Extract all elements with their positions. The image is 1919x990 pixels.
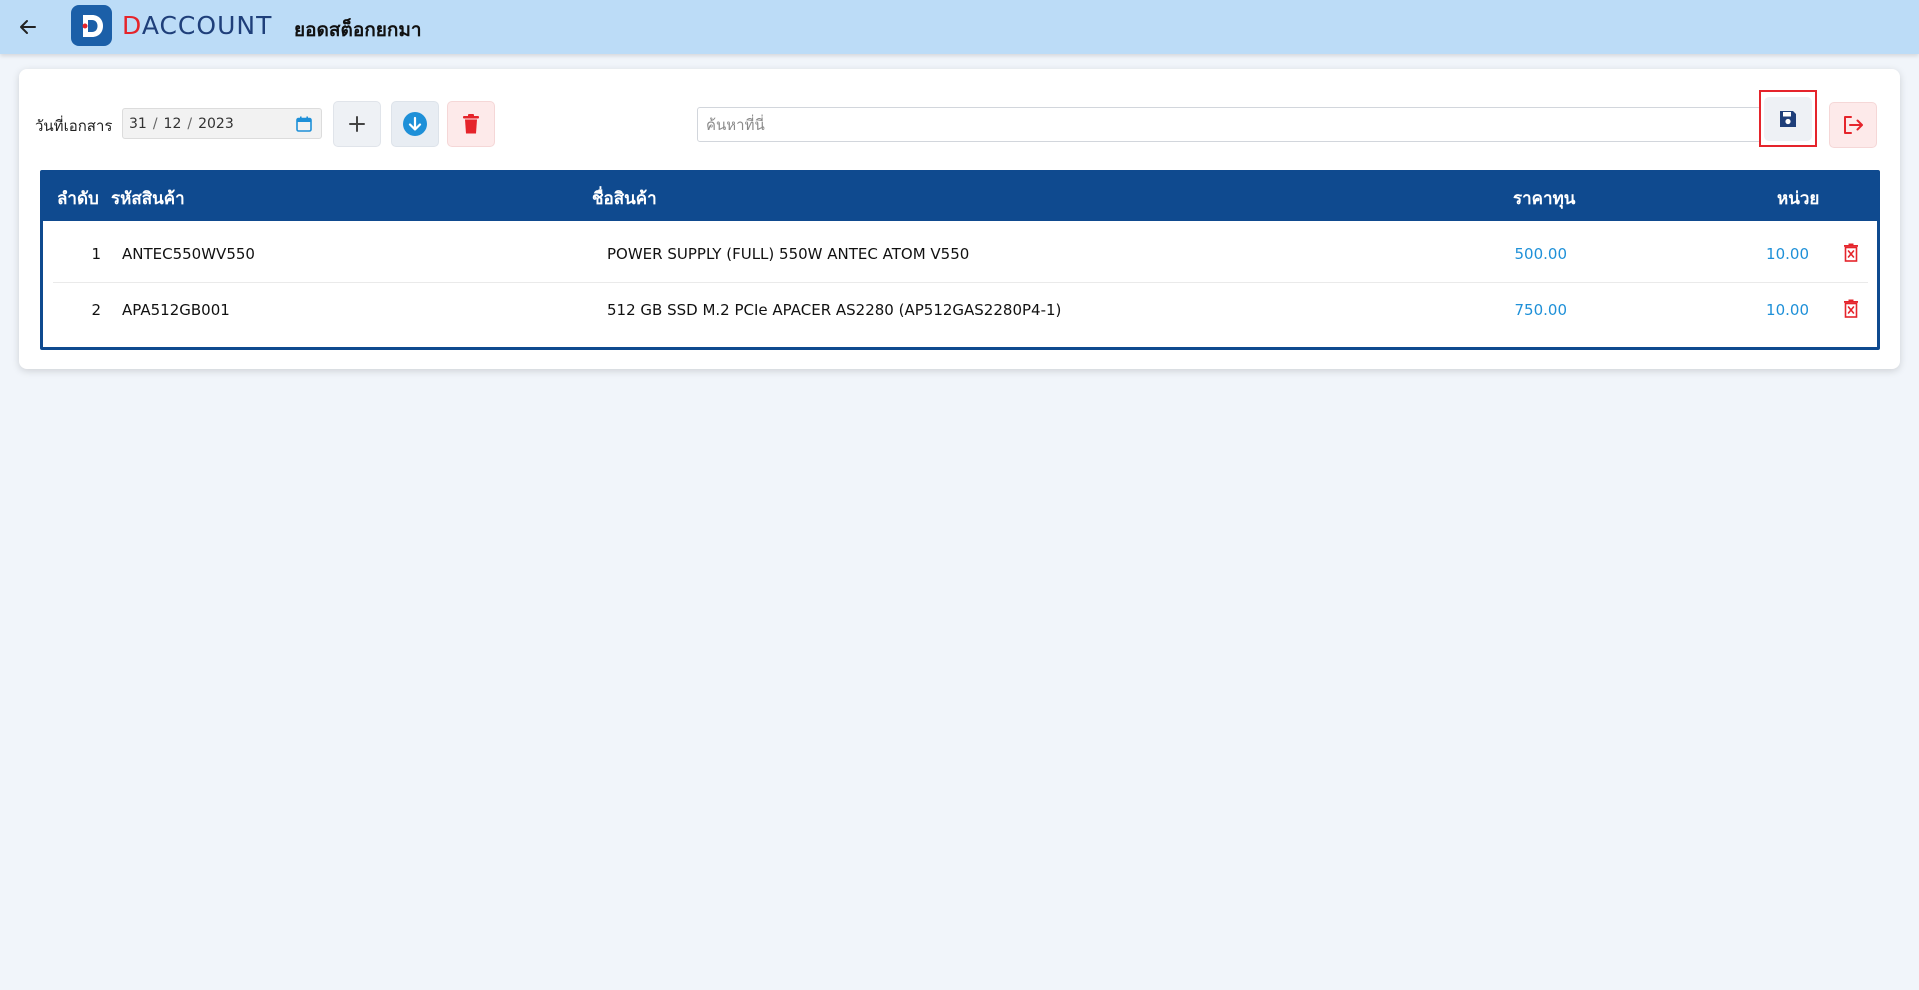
page-title: ยอดสต็อกยกมา	[294, 19, 422, 41]
exit-button[interactable]	[1829, 102, 1877, 148]
date-separator: /	[152, 115, 158, 132]
save-button[interactable]	[1764, 96, 1812, 141]
row-unit[interactable]: 10.00	[1745, 301, 1809, 319]
toolbar: วันที่เอกสาร 31 / 12 / 2023	[19, 69, 1900, 169]
row-seq: 1	[91, 245, 101, 263]
stock-table: ลำดับ รหัสสินค้า ชื่อสินค้า ราคาทุน หน่ว…	[40, 170, 1880, 350]
floppy-disk-icon	[1780, 110, 1796, 127]
logo-prefix: D	[122, 11, 142, 40]
add-row-button[interactable]	[333, 101, 381, 147]
row-cost[interactable]: 500.00	[1493, 245, 1568, 263]
logo-rest: ACCOUNT	[141, 11, 273, 40]
row-seq: 2	[91, 301, 101, 319]
row-code: ANTEC550WV550	[122, 245, 255, 263]
save-button-highlight	[1759, 90, 1817, 147]
calendar-icon[interactable]	[295, 115, 313, 137]
main-card: วันที่เอกสาร 31 / 12 / 2023 ค้นหาที่นี่ …	[19, 69, 1900, 369]
logout-icon	[1844, 116, 1863, 134]
download-button[interactable]	[391, 101, 439, 147]
back-button[interactable]	[14, 13, 42, 41]
arrow-left-icon	[20, 20, 36, 34]
doc-date-label: วันที่เอกสาร	[35, 117, 113, 135]
date-day[interactable]: 31	[129, 116, 147, 132]
date-month[interactable]: 12	[164, 116, 182, 132]
row-delete-button[interactable]	[1843, 299, 1859, 322]
row-unit[interactable]: 10.00	[1745, 245, 1809, 263]
table-header: ลำดับ รหัสสินค้า ชื่อสินค้า ราคาทุน หน่ว…	[43, 173, 1877, 221]
app-logo-text: DACCOUNT	[122, 11, 272, 41]
doc-date-input[interactable]: 31 / 12 / 2023	[122, 108, 322, 139]
trash-icon	[463, 114, 479, 134]
date-separator: /	[187, 115, 193, 132]
plus-icon	[349, 116, 365, 132]
app-logo-icon	[71, 5, 112, 46]
trash-x-icon	[1844, 243, 1858, 262]
row-delete-button[interactable]	[1843, 243, 1859, 266]
row-name: POWER SUPPLY (FULL) 550W ANTEC ATOM V550	[607, 245, 970, 263]
header-cost: ราคาทุน	[1513, 189, 1576, 209]
table-row[interactable]: 2 APA512GB001 512 GB SSD M.2 PCIe APACER…	[53, 283, 1868, 339]
download-circle-icon	[403, 112, 427, 136]
header-unit: หน่วย	[1777, 189, 1820, 209]
app-header: DACCOUNT ยอดสต็อกยกมา	[0, 0, 1919, 54]
date-year[interactable]: 2023	[198, 116, 234, 132]
delete-all-button[interactable]	[447, 101, 495, 147]
header-code: รหัสสินค้า	[111, 189, 185, 209]
trash-x-icon	[1844, 299, 1858, 318]
search-input[interactable]	[697, 107, 1761, 142]
header-name: ชื่อสินค้า	[592, 189, 657, 209]
row-code: APA512GB001	[122, 301, 230, 319]
row-name: 512 GB SSD M.2 PCIe APACER AS2280 (AP512…	[607, 301, 1063, 319]
table-row[interactable]: 1 ANTEC550WV550 POWER SUPPLY (FULL) 550W…	[53, 227, 1868, 283]
header-seq: ลำดับ	[57, 189, 99, 209]
row-cost[interactable]: 750.00	[1493, 301, 1568, 319]
